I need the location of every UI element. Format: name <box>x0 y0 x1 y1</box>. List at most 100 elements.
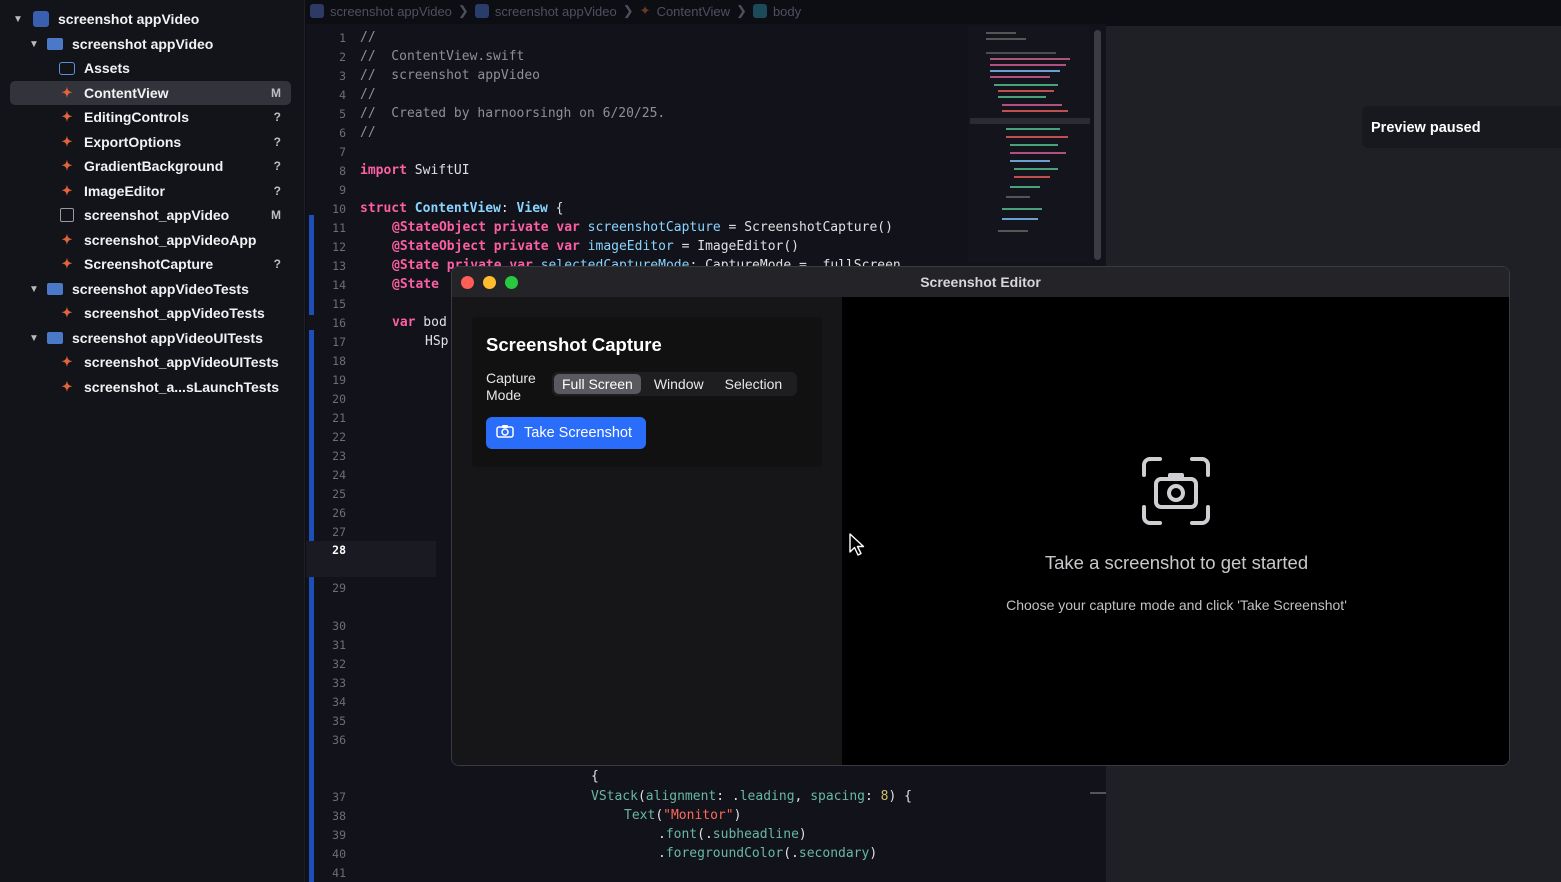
code-line[interactable]: // Created by harnoorsingh on 6/20/25. <box>360 106 665 121</box>
nav-item-group-app[interactable]: ▼ screenshot appVideo <box>0 32 305 56</box>
code-text: ) <box>733 808 742 823</box>
code-type: ContentView <box>406 201 501 216</box>
breadcrumb-item[interactable]: screenshot appVideo <box>330 4 452 19</box>
line-number: 4 <box>339 88 346 102</box>
window-titlebar[interactable]: Screenshot Editor <box>452 267 1509 297</box>
code-line[interactable]: @State <box>392 277 439 292</box>
code-line[interactable]: // ContentView.swift <box>360 49 524 64</box>
nav-item-group-tests[interactable]: ▼ screenshot appVideoTests <box>0 277 305 301</box>
breadcrumb-item[interactable]: ContentView <box>657 4 730 19</box>
minimap-viewport[interactable] <box>970 118 1090 124</box>
source-control-badge: ? <box>273 257 281 271</box>
nav-item-label: screenshot appVideo <box>58 11 200 27</box>
nav-item-imageeditor[interactable]: ✦ ImageEditor ? <box>0 179 305 203</box>
code-member: subheadline <box>712 827 799 842</box>
nav-item-tests-file[interactable]: ✦ screenshot_appVideoTests <box>0 301 305 325</box>
change-bar[interactable] <box>309 330 314 882</box>
nav-item-group-uitests[interactable]: ▼ screenshot appVideoUITests <box>0 326 305 350</box>
code-text: ) <box>798 827 807 842</box>
nav-item-label: screenshot_appVideoApp <box>84 232 257 248</box>
capture-mode-picker[interactable]: Full Screen Window Selection <box>552 372 798 396</box>
nav-item-editingcontrols[interactable]: ✦ EditingControls ? <box>0 105 305 129</box>
chevron-down-icon[interactable]: ▼ <box>28 284 40 295</box>
line-number: 40 <box>332 847 346 861</box>
line-number: 1 <box>339 31 346 45</box>
line-number: 25 <box>332 487 346 501</box>
code-function: VStack <box>591 789 638 804</box>
nav-item-launchtests-file[interactable]: ✦ screenshot_a...sLaunchTests <box>0 375 305 399</box>
nav-item-gradientbackground[interactable]: ✦ GradientBackground ? <box>0 154 305 178</box>
code-line[interactable]: @StateObject private var screenshotCaptu… <box>392 220 893 235</box>
capture-mode-label: Capture Mode <box>486 370 536 403</box>
code-line[interactable]: .font(.subheadline) <box>658 827 807 842</box>
nav-item-uitests-file[interactable]: ✦ screenshot_appVideoUITests <box>0 350 305 374</box>
nav-item-entitlements[interactable]: screenshot_appVideo M <box>0 203 305 227</box>
nav-item-screenshotcapture[interactable]: ✦ ScreenshotCapture ? <box>0 252 305 276</box>
project-icon <box>32 11 50 27</box>
code-line[interactable]: { <box>591 769 599 784</box>
code-text: : . <box>716 789 740 804</box>
chevron-down-icon[interactable]: ▼ <box>28 39 40 50</box>
code-attribute: @StateObject <box>392 220 486 235</box>
code-line[interactable]: Text("Monitor") <box>624 808 741 823</box>
code-line[interactable]: @StateObject private var imageEditor = I… <box>392 239 799 254</box>
minimap-lines <box>986 32 1072 232</box>
line-number: 34 <box>332 695 346 709</box>
breadcrumb-item[interactable]: body <box>773 4 801 19</box>
folder-icon <box>46 37 64 51</box>
source-control-badge: ? <box>273 159 281 173</box>
mode-full-screen[interactable]: Full Screen <box>554 374 641 394</box>
editor-scrollbar[interactable] <box>1094 30 1101 260</box>
take-screenshot-button[interactable]: Take Screenshot <box>486 417 646 449</box>
nav-item-contentview[interactable]: ✦ ContentView M <box>0 81 305 105</box>
mode-selection[interactable]: Selection <box>717 374 791 394</box>
chevron-right-icon: ❯ <box>457 3 469 18</box>
code-type: ScreenshotCapture <box>744 220 878 235</box>
code-text: . <box>658 846 666 861</box>
code-line[interactable]: HSp <box>425 334 448 349</box>
code-identifier: imageEditor <box>579 239 674 254</box>
code-argument: spacing <box>810 789 865 804</box>
window-title: Screenshot Editor <box>920 274 1041 290</box>
breadcrumb-item[interactable]: screenshot appVideo <box>495 4 617 19</box>
code-line[interactable]: // <box>360 87 376 102</box>
scroll-marker <box>1090 792 1106 794</box>
code-string: "Monitor" <box>663 808 734 823</box>
line-number: 32 <box>332 657 346 671</box>
minimap[interactable] <box>968 26 1090 262</box>
code-text: () <box>783 239 799 254</box>
preview-paused-banner[interactable]: Preview paused <box>1362 106 1561 148</box>
code-line[interactable]: // screenshot appVideo <box>360 68 540 83</box>
mode-window[interactable]: Window <box>646 374 712 394</box>
code-line[interactable]: VStack(alignment: .leading, spacing: 8) … <box>591 789 912 804</box>
swift-file-icon: ✦ <box>61 183 73 198</box>
line-number: 21 <box>332 411 346 425</box>
nav-item-assets[interactable]: Assets <box>0 56 305 80</box>
code-line[interactable]: import SwiftUI <box>360 163 470 178</box>
line-number: 9 <box>339 183 346 197</box>
code-type: ImageEditor <box>697 239 784 254</box>
line-number: 24 <box>332 468 346 482</box>
code-line[interactable]: struct ContentView: View { <box>360 201 564 216</box>
code-line[interactable]: .foregroundColor(.secondary) <box>658 846 877 861</box>
line-number: 16 <box>332 316 346 330</box>
swift-file-icon: ✦ <box>61 109 73 124</box>
chevron-down-icon[interactable]: ▼ <box>28 333 40 344</box>
code-line[interactable]: // <box>360 125 376 140</box>
nav-item-exportoptions[interactable]: ✦ ExportOptions ? <box>0 130 305 154</box>
line-number: 37 <box>332 790 346 804</box>
code-text: ( <box>655 808 664 823</box>
swift-file-icon: ✦ <box>61 354 73 369</box>
change-bar[interactable] <box>309 215 314 315</box>
chevron-down-icon[interactable]: ▼ <box>12 14 24 25</box>
nav-item-project[interactable]: ▼ screenshot appVideo <box>0 7 305 31</box>
line-number: 39 <box>332 828 346 842</box>
code-line[interactable]: var bod <box>392 315 447 330</box>
code-identifier: screenshotCapture <box>579 220 721 235</box>
code-attribute: @StateObject <box>392 239 486 254</box>
source-control-badge: ? <box>273 135 281 149</box>
line-number: 2 <box>339 50 346 64</box>
nav-item-app[interactable]: ✦ screenshot_appVideoApp <box>0 228 305 252</box>
line-number: 6 <box>339 126 346 140</box>
code-line[interactable]: // <box>360 30 376 45</box>
